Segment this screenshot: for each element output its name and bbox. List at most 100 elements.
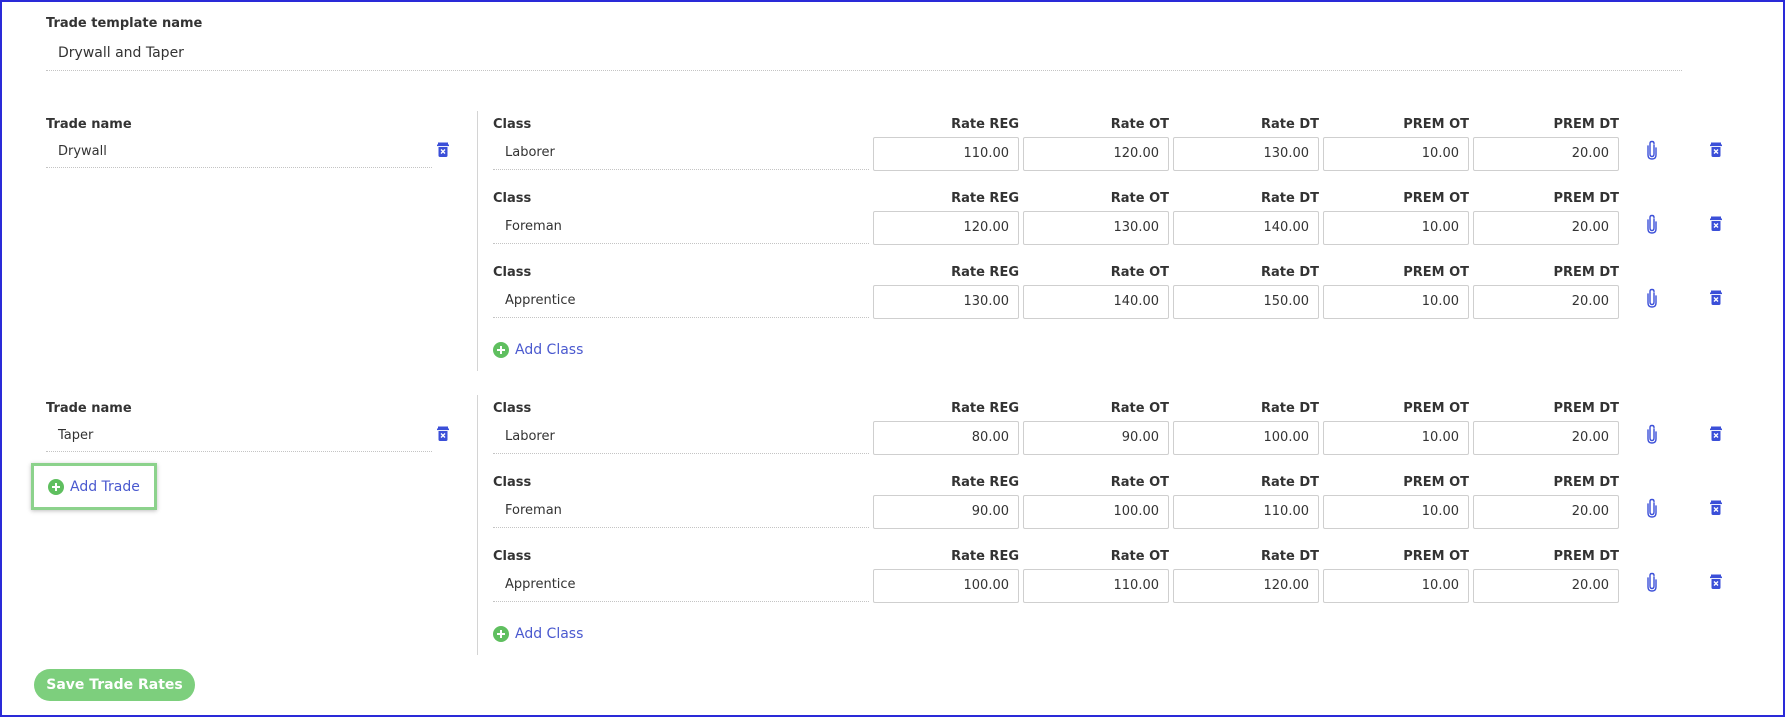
- rate-dt-input[interactable]: 130.00: [1173, 137, 1319, 171]
- rate-reg-label: Rate REG: [951, 265, 1019, 280]
- rate-dt-input[interactable]: 140.00: [1173, 211, 1319, 245]
- prem-dt-input[interactable]: 20.00: [1473, 495, 1619, 529]
- class-row: Class Apprentice Rate REG 130.00 Rate OT 140.…: [493, 265, 1743, 327]
- attachment-button[interactable]: [1645, 213, 1659, 235]
- rate-reg-value: 110.00: [963, 146, 1010, 161]
- rate-ot-label: Rate OT: [1110, 191, 1169, 206]
- rate-dt-value: 110.00: [1263, 504, 1310, 519]
- attachment-button[interactable]: [1645, 423, 1659, 445]
- prem-ot-value: 10.00: [1421, 294, 1459, 309]
- rate-ot-label: Rate OT: [1110, 549, 1169, 564]
- rate-dt-input[interactable]: 110.00: [1173, 495, 1319, 529]
- delete-class-button[interactable]: [1708, 499, 1724, 517]
- rate-ot-input[interactable]: 130.00: [1023, 211, 1169, 245]
- rate-dt-label: Rate DT: [1261, 265, 1319, 280]
- class-name-input[interactable]: Apprentice: [493, 285, 869, 318]
- class-label: Class: [493, 549, 532, 564]
- class-row: Class Foreman Rate REG 120.00 Rate OT 130.00 R…: [493, 191, 1743, 253]
- rate-ot-value: 120.00: [1113, 146, 1160, 161]
- trash-icon: [1710, 216, 1722, 231]
- rate-reg-input[interactable]: 120.00: [873, 211, 1019, 245]
- trash-icon: [1710, 142, 1722, 157]
- prem-ot-input[interactable]: 10.00: [1323, 421, 1469, 455]
- trade-divider: [477, 111, 478, 371]
- add-class-button[interactable]: Add Class: [493, 340, 583, 360]
- delete-class-button[interactable]: [1708, 425, 1724, 443]
- rate-reg-input[interactable]: 80.00: [873, 421, 1019, 455]
- rate-reg-label: Rate REG: [951, 117, 1019, 132]
- rate-ot-input[interactable]: 100.00: [1023, 495, 1169, 529]
- rate-dt-input[interactable]: 100.00: [1173, 421, 1319, 455]
- trade-name-input[interactable]: Drywall: [46, 137, 432, 168]
- prem-ot-value: 10.00: [1421, 504, 1459, 519]
- class-name-value: Laborer: [505, 145, 555, 160]
- delete-class-button[interactable]: [1708, 215, 1724, 233]
- add-class-button[interactable]: Add Class: [493, 624, 583, 644]
- paperclip-icon: [1647, 572, 1657, 592]
- attachment-button[interactable]: [1645, 497, 1659, 519]
- trash-icon: [1710, 426, 1722, 441]
- class-label: Class: [493, 475, 532, 490]
- prem-ot-input[interactable]: 10.00: [1323, 569, 1469, 603]
- rate-ot-label: Rate OT: [1110, 401, 1169, 416]
- class-name-input[interactable]: Foreman: [493, 211, 869, 244]
- prem-dt-label: PREM DT: [1553, 265, 1619, 280]
- template-name-label: Trade template name: [46, 16, 203, 31]
- rate-ot-input[interactable]: 140.00: [1023, 285, 1169, 319]
- prem-dt-input[interactable]: 20.00: [1473, 569, 1619, 603]
- rate-reg-input[interactable]: 100.00: [873, 569, 1019, 603]
- class-label: Class: [493, 265, 532, 280]
- rate-reg-input[interactable]: 130.00: [873, 285, 1019, 319]
- rate-reg-label: Rate REG: [951, 549, 1019, 564]
- attachment-button[interactable]: [1645, 139, 1659, 161]
- rate-reg-input[interactable]: 90.00: [873, 495, 1019, 529]
- plus-circle-icon: [493, 342, 509, 358]
- paperclip-icon: [1647, 214, 1657, 234]
- class-name-input[interactable]: Apprentice: [493, 569, 869, 602]
- class-name-value: Foreman: [505, 219, 562, 234]
- class-name-input[interactable]: Laborer: [493, 137, 869, 170]
- attachment-button[interactable]: [1645, 287, 1659, 309]
- prem-dt-value: 20.00: [1571, 294, 1609, 309]
- prem-ot-input[interactable]: 10.00: [1323, 211, 1469, 245]
- rate-ot-input[interactable]: 110.00: [1023, 569, 1169, 603]
- save-trade-rates-button[interactable]: Save Trade Rates: [34, 669, 195, 701]
- add-trade-button[interactable]: Add Trade: [31, 463, 157, 510]
- prem-dt-input[interactable]: 20.00: [1473, 421, 1619, 455]
- delete-class-button[interactable]: [1708, 573, 1724, 591]
- trade-name-label: Trade name: [46, 401, 132, 416]
- class-row: Class Foreman Rate REG 90.00 Rate OT 100.00 Ra…: [493, 475, 1743, 537]
- prem-ot-input[interactable]: 10.00: [1323, 495, 1469, 529]
- rate-ot-input[interactable]: 90.00: [1023, 421, 1169, 455]
- prem-ot-label: PREM OT: [1403, 475, 1469, 490]
- class-name-input[interactable]: Laborer: [493, 421, 869, 454]
- class-name-input[interactable]: Foreman: [493, 495, 869, 528]
- rate-dt-label: Rate DT: [1261, 117, 1319, 132]
- prem-ot-label: PREM OT: [1403, 265, 1469, 280]
- delete-trade-button[interactable]: [435, 425, 451, 443]
- rate-ot-input[interactable]: 120.00: [1023, 137, 1169, 171]
- prem-dt-input[interactable]: 20.00: [1473, 285, 1619, 319]
- rate-dt-value: 150.00: [1263, 294, 1310, 309]
- prem-ot-input[interactable]: 10.00: [1323, 285, 1469, 319]
- delete-class-button[interactable]: [1708, 289, 1724, 307]
- plus-circle-icon: [493, 626, 509, 642]
- prem-dt-input[interactable]: 20.00: [1473, 211, 1619, 245]
- prem-dt-input[interactable]: 20.00: [1473, 137, 1619, 171]
- rate-dt-label: Rate DT: [1261, 191, 1319, 206]
- template-name-input[interactable]: Drywall and Taper: [46, 40, 1682, 71]
- prem-dt-value: 20.00: [1571, 430, 1609, 445]
- delete-class-button[interactable]: [1708, 141, 1724, 159]
- rate-reg-label: Rate REG: [951, 401, 1019, 416]
- rate-reg-input[interactable]: 110.00: [873, 137, 1019, 171]
- trade-name-input[interactable]: Taper: [46, 421, 432, 452]
- rate-dt-label: Rate DT: [1261, 549, 1319, 564]
- delete-trade-button[interactable]: [435, 141, 451, 159]
- rate-dt-input[interactable]: 150.00: [1173, 285, 1319, 319]
- prem-dt-value: 20.00: [1571, 146, 1609, 161]
- rate-dt-value: 140.00: [1263, 220, 1310, 235]
- rate-dt-input[interactable]: 120.00: [1173, 569, 1319, 603]
- prem-ot-input[interactable]: 10.00: [1323, 137, 1469, 171]
- prem-dt-value: 20.00: [1571, 578, 1609, 593]
- attachment-button[interactable]: [1645, 571, 1659, 593]
